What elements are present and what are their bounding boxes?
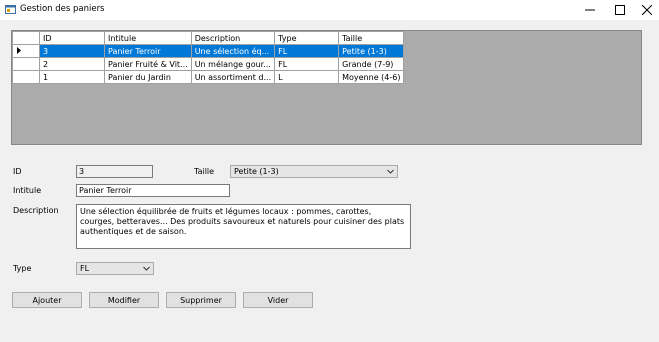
- cell-taille[interactable]: Moyenne (4-6): [338, 70, 405, 84]
- column-header-id[interactable]: ID: [39, 31, 105, 45]
- cell-description[interactable]: Un assortiment d...: [190, 70, 276, 84]
- cell-type[interactable]: FL: [274, 57, 340, 71]
- main-window: Gestion des paniers ID Intitule Descript…: [0, 0, 659, 342]
- app-window-icon: [5, 5, 16, 14]
- row-header[interactable]: [12, 70, 40, 84]
- column-header-taille[interactable]: Taille: [338, 31, 405, 45]
- minimize-icon: [585, 9, 595, 11]
- description-field[interactable]: Une sélection équilibrée de fruits et lé…: [76, 204, 411, 249]
- cell-intitule[interactable]: Panier du Jardin: [104, 70, 192, 84]
- cell-id[interactable]: 3: [39, 44, 105, 58]
- cell-id[interactable]: 2: [39, 57, 105, 71]
- cell-taille[interactable]: Petite (1-3): [338, 44, 405, 58]
- row-header[interactable]: [12, 44, 40, 58]
- close-icon: [642, 5, 652, 15]
- type-label: Type: [13, 264, 32, 273]
- column-header-type[interactable]: Type: [274, 31, 340, 45]
- description-label: Description: [13, 206, 59, 215]
- minimize-button[interactable]: [575, 0, 605, 20]
- taille-label: Taille: [194, 167, 215, 176]
- baskets-datagrid[interactable]: ID Intitule Description Type Taille 3 Pa…: [11, 30, 642, 145]
- intitule-field[interactable]: Panier Terroir: [76, 184, 230, 197]
- cell-taille[interactable]: Grande (7-9): [338, 57, 405, 71]
- column-header-intitule[interactable]: Intitule: [104, 31, 192, 45]
- maximize-button[interactable]: [605, 0, 635, 20]
- vider-button[interactable]: Vider: [243, 292, 313, 308]
- id-field[interactable]: 3: [76, 165, 153, 178]
- title-bar[interactable]: Gestion des paniers: [0, 0, 659, 20]
- table-row[interactable]: 1 Panier du Jardin Un assortiment d... L…: [12, 70, 405, 84]
- cell-intitule[interactable]: Panier Terroir: [104, 44, 192, 58]
- type-select-value: FL: [80, 264, 90, 273]
- supprimer-button[interactable]: Supprimer: [166, 292, 236, 308]
- cell-id[interactable]: 1: [39, 70, 105, 84]
- cell-intitule[interactable]: Panier Fruité & Vit...: [104, 57, 192, 71]
- taille-select-value: Petite (1-3): [234, 167, 279, 176]
- window-title: Gestion des paniers: [20, 4, 105, 14]
- close-button[interactable]: [632, 0, 659, 20]
- current-row-arrow-icon: [17, 46, 21, 54]
- chevron-down-icon: [387, 169, 394, 174]
- cell-type[interactable]: FL: [274, 44, 340, 58]
- row-header-corner[interactable]: [12, 31, 40, 45]
- chevron-down-icon: [143, 266, 150, 271]
- column-header-description[interactable]: Description: [190, 31, 276, 45]
- type-select[interactable]: FL: [76, 262, 154, 275]
- id-label: ID: [13, 167, 22, 176]
- taille-select[interactable]: Petite (1-3): [230, 165, 398, 178]
- datagrid-table: ID Intitule Description Type Taille 3 Pa…: [12, 31, 405, 84]
- maximize-icon: [615, 5, 625, 15]
- table-row[interactable]: 3 Panier Terroir Une sélection éq... FL …: [12, 44, 405, 58]
- modifier-button[interactable]: Modifier: [89, 292, 159, 308]
- intitule-label: Intitule: [13, 186, 42, 195]
- table-row[interactable]: 2 Panier Fruité & Vit... Un mélange gour…: [12, 57, 405, 71]
- cell-type[interactable]: L: [274, 70, 340, 84]
- cell-description[interactable]: Un mélange gour...: [190, 57, 276, 71]
- ajouter-button[interactable]: Ajouter: [12, 292, 82, 308]
- row-header[interactable]: [12, 57, 40, 71]
- cell-description[interactable]: Une sélection éq...: [190, 44, 276, 58]
- datagrid-header-row: ID Intitule Description Type Taille: [12, 31, 405, 45]
